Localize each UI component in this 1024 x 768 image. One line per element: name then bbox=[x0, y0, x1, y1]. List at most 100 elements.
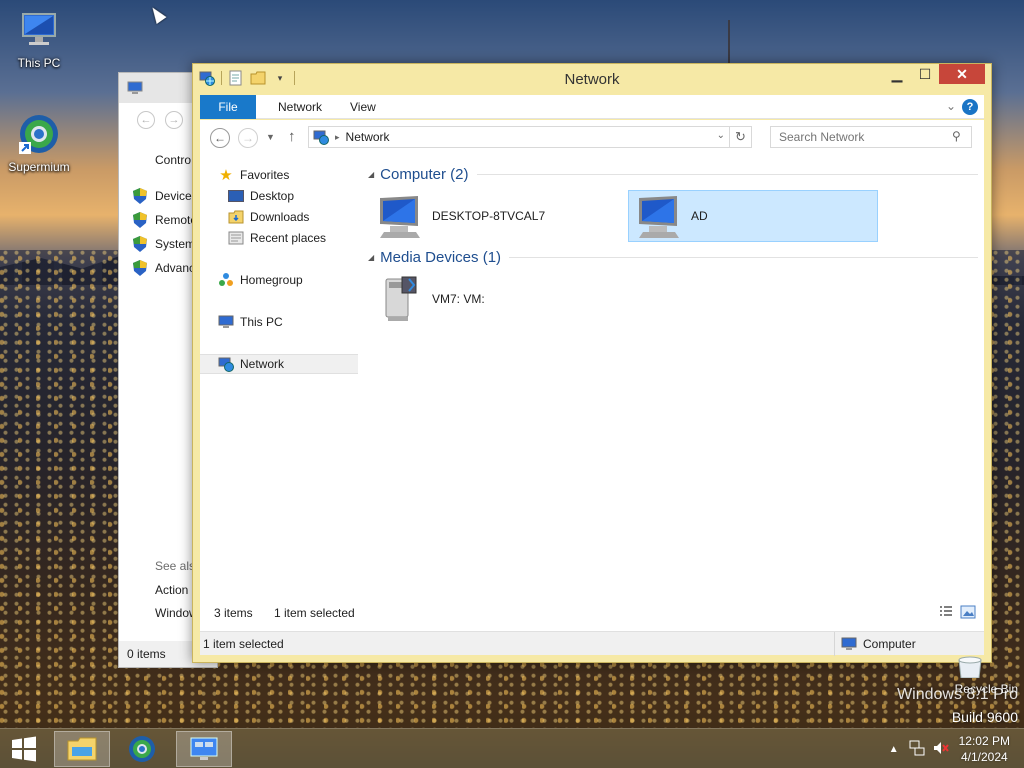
nav-label: Homegroup bbox=[240, 273, 303, 287]
device-manager-link[interactable]: Device bbox=[155, 189, 192, 203]
nav-item-downloads[interactable]: Downloads bbox=[200, 207, 358, 227]
system-protection-link[interactable]: System bbox=[155, 237, 195, 251]
desktop-icon-this-pc[interactable]: This PC bbox=[2, 8, 76, 70]
nav-item-desktop[interactable]: Desktop bbox=[200, 186, 358, 206]
shield-icon bbox=[133, 260, 147, 276]
minimize-button[interactable]: ▁ bbox=[883, 64, 911, 84]
caption-buttons: ▁ ☐ ✕ bbox=[883, 64, 985, 84]
explorer-titlebar[interactable]: ▾ Network ▁ ☐ ✕ bbox=[193, 64, 991, 94]
details-selected-text: 1 item selected bbox=[203, 637, 284, 651]
zone-indicator: Computer bbox=[834, 632, 984, 656]
explorer-window[interactable]: ▾ Network ▁ ☐ ✕ File Network View ⌄ ? ← … bbox=[192, 63, 992, 663]
tab-file[interactable]: File bbox=[200, 95, 256, 119]
address-dropdown-icon[interactable]: ⌄ bbox=[717, 130, 725, 141]
group-title: Computer (2) bbox=[380, 165, 469, 183]
computer-item-selected[interactable]: AD bbox=[628, 190, 878, 242]
nav-label: This PC bbox=[240, 315, 283, 329]
network-status-icon[interactable] bbox=[909, 740, 925, 759]
this-pc-icon bbox=[218, 314, 234, 330]
watermark-edition: Windows 8.1 Pro bbox=[897, 686, 1018, 703]
media-device-item[interactable]: VM7: VM: bbox=[370, 273, 610, 325]
volume-muted-icon[interactable] bbox=[933, 740, 949, 759]
status-row: 3 items 1 item selected bbox=[200, 594, 984, 632]
action-center-link[interactable]: Action bbox=[155, 583, 188, 597]
computer-icon bbox=[639, 196, 679, 238]
ribbon: File Network View ⌄ ? bbox=[200, 95, 984, 119]
network-icon bbox=[313, 130, 329, 145]
mouse-cursor-icon bbox=[147, 4, 167, 24]
recycle-bin-icon[interactable] bbox=[955, 656, 995, 679]
desktop-icon-label: Supermium bbox=[8, 160, 70, 174]
maximize-button[interactable]: ☐ bbox=[911, 64, 939, 84]
shield-icon bbox=[133, 212, 147, 228]
recent-locations-icon[interactable]: ▼ bbox=[266, 132, 275, 142]
nav-label: Favorites bbox=[240, 168, 290, 182]
nav-item-this-pc[interactable]: This PC bbox=[200, 312, 358, 332]
help-icon[interactable]: ? bbox=[962, 99, 978, 115]
clock[interactable]: 12:02 PM 4/1/2024 bbox=[959, 733, 1010, 765]
browser-icon bbox=[17, 112, 61, 156]
navigation-pane: ★ Favorites Desktop Downloads Recent pla… bbox=[200, 154, 358, 594]
nav-item-favorites[interactable]: ★ Favorites bbox=[200, 165, 358, 185]
nav-label: Desktop bbox=[250, 189, 295, 203]
start-button[interactable] bbox=[0, 731, 48, 767]
control-panel-link[interactable]: Contro bbox=[155, 153, 191, 167]
background-status-text: 0 items bbox=[127, 647, 166, 661]
item-label: DESKTOP-8TVCAL7 bbox=[432, 209, 546, 223]
desktop-icon bbox=[228, 188, 244, 204]
content-pane: ◢ Computer (2) DESKTOP-8TVCAL7 AD ◢ Medi… bbox=[362, 154, 984, 594]
nav-label: Recent places bbox=[250, 231, 327, 245]
nav-item-recent-places[interactable]: Recent places bbox=[200, 228, 358, 248]
breadcrumb-network[interactable]: Network bbox=[346, 130, 390, 144]
item-label: VM7: VM: bbox=[432, 292, 485, 306]
selected-count: 1 item selected bbox=[274, 606, 355, 620]
nav-item-homegroup[interactable]: Homegroup bbox=[200, 270, 358, 290]
refresh-icon[interactable]: ↻ bbox=[729, 127, 751, 147]
forward-arrow-icon[interactable]: → bbox=[165, 111, 183, 129]
expand-ribbon-icon[interactable]: ⌄ bbox=[946, 99, 956, 113]
clock-time: 12:02 PM bbox=[958, 734, 1010, 748]
monitor-icon bbox=[17, 8, 61, 52]
large-icons-view-icon[interactable] bbox=[960, 604, 976, 620]
taskbar: ▲ 12:02 PM 4/1/2024 bbox=[0, 728, 1024, 768]
tab-network[interactable]: Network bbox=[264, 95, 336, 119]
remote-settings-link[interactable]: Remote bbox=[155, 213, 197, 227]
view-buttons bbox=[938, 604, 976, 620]
windows-logo-icon bbox=[12, 736, 36, 762]
search-icon[interactable]: ⚲ bbox=[952, 129, 961, 143]
show-hidden-icons-icon[interactable]: ▲ bbox=[889, 744, 899, 755]
group-header-computer[interactable]: ◢ Computer (2) bbox=[368, 163, 978, 185]
shield-icon bbox=[133, 236, 147, 252]
window-title: Network bbox=[564, 71, 620, 88]
address-bar[interactable]: ▸ Network ⌄ ↻ bbox=[308, 126, 752, 148]
collapse-triangle-icon[interactable]: ◢ bbox=[368, 170, 374, 179]
group-header-media-devices[interactable]: ◢ Media Devices (1) bbox=[368, 246, 978, 268]
up-arrow-icon[interactable]: ↑ bbox=[288, 128, 296, 145]
desktop-icon-supermium[interactable]: Supermium bbox=[2, 112, 76, 174]
item-label: AD bbox=[691, 209, 708, 223]
back-arrow-icon[interactable]: ← bbox=[137, 111, 155, 129]
close-button[interactable]: ✕ bbox=[939, 64, 985, 84]
watermark-build: Build 9600 bbox=[951, 709, 1018, 725]
nav-item-network[interactable]: Network bbox=[200, 354, 358, 374]
system-tray: ▲ 12:02 PM 4/1/2024 bbox=[889, 729, 1024, 768]
star-icon: ★ bbox=[219, 167, 233, 184]
computer-item[interactable]: DESKTOP-8TVCAL7 bbox=[370, 190, 610, 242]
forward-button[interactable]: → bbox=[238, 128, 258, 148]
collapse-triangle-icon[interactable]: ◢ bbox=[368, 253, 374, 262]
clock-date: 4/1/2024 bbox=[960, 750, 1008, 764]
tab-view[interactable]: View bbox=[336, 95, 390, 119]
nav-label: Downloads bbox=[250, 210, 310, 224]
advanced-settings-link[interactable]: Advanc bbox=[155, 261, 195, 275]
system-icon bbox=[127, 81, 143, 94]
back-button[interactable]: ← bbox=[210, 128, 230, 148]
search-input[interactable] bbox=[770, 126, 972, 148]
taskbar-system[interactable] bbox=[176, 731, 232, 767]
item-count: 3 items bbox=[214, 606, 253, 620]
details-view-icon[interactable] bbox=[938, 604, 954, 620]
computer-icon bbox=[380, 196, 420, 238]
homegroup-icon bbox=[218, 272, 234, 288]
taskbar-supermium[interactable] bbox=[114, 731, 170, 767]
taskbar-file-explorer[interactable] bbox=[54, 731, 110, 767]
breadcrumb-separator-icon[interactable]: ▸ bbox=[335, 132, 340, 143]
